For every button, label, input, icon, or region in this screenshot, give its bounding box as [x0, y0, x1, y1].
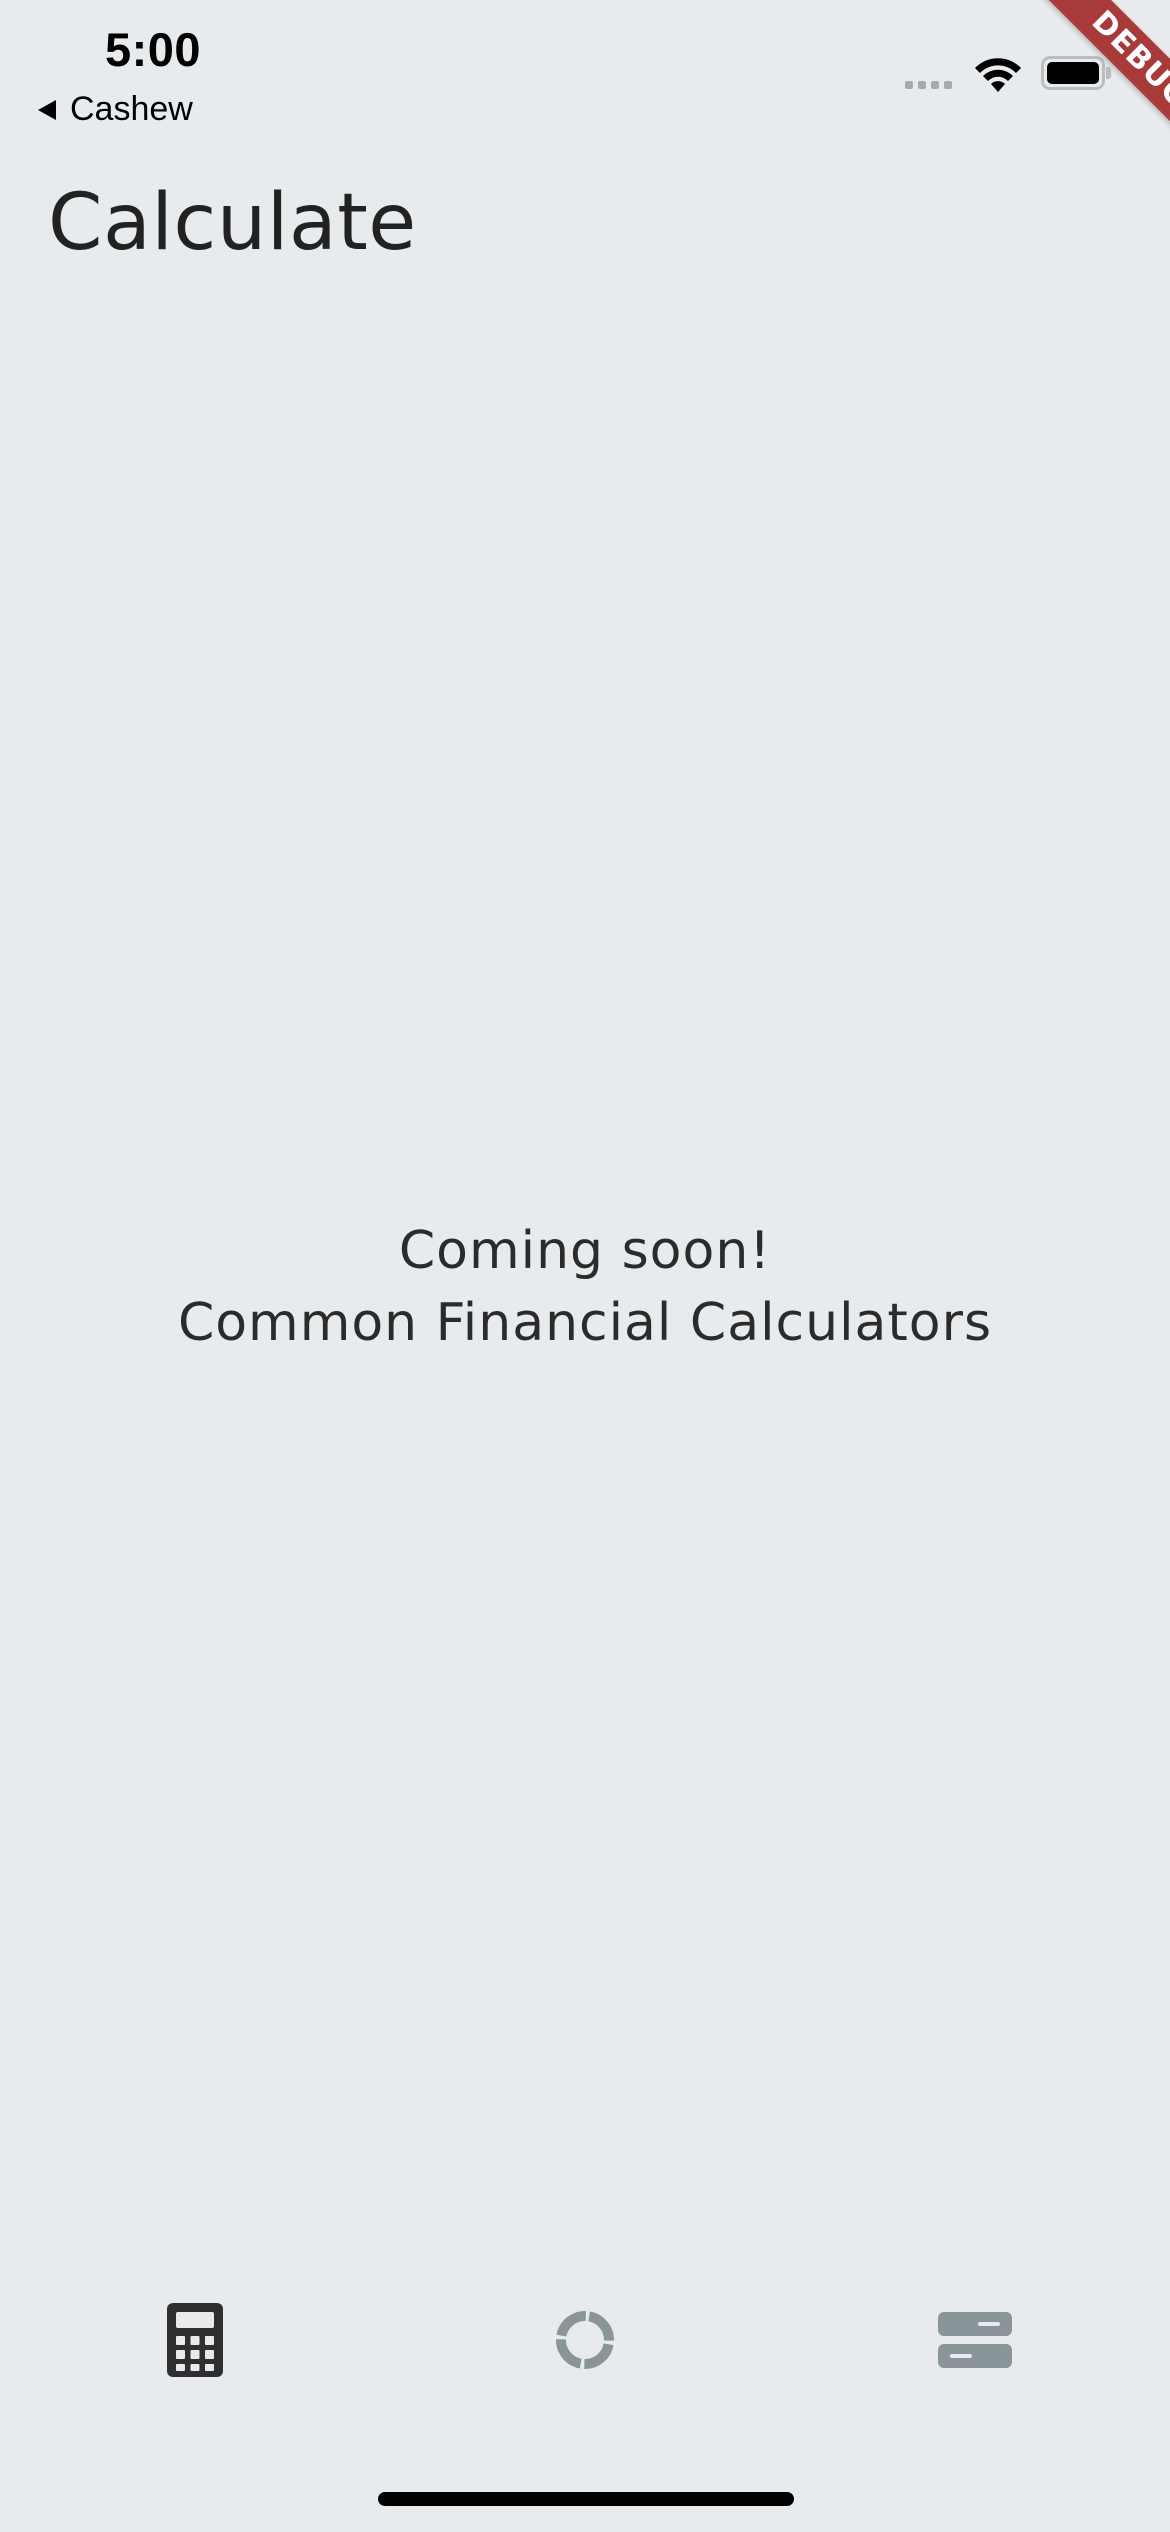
debug-banner: DEBUG — [1000, 0, 1170, 170]
cellular-signal-icon — [905, 81, 952, 89]
nav-tab-more[interactable] — [930, 2300, 1020, 2380]
calculator-icon — [167, 2303, 223, 2377]
budget-ring-icon — [556, 2311, 614, 2369]
debug-banner-label: DEBUG — [1039, 0, 1170, 161]
page-title: Calculate — [48, 178, 417, 268]
message-line-2: Common Financial Calculators — [177, 1293, 993, 1353]
coming-soon-message: Coming soon! Common Financial Calculator… — [0, 1215, 1170, 1359]
back-app-label: Cashew — [70, 90, 193, 128]
message-line-1: Coming soon! — [398, 1221, 772, 1281]
back-arrow-icon — [38, 99, 56, 120]
home-indicator[interactable] — [378, 2492, 794, 2506]
status-time: 5:00 — [105, 23, 202, 76]
nav-tab-calculate[interactable] — [150, 2300, 240, 2380]
nav-tab-budgets[interactable] — [540, 2300, 630, 2380]
more-list-icon — [938, 2312, 1012, 2368]
back-to-app-link[interactable]: Cashew — [38, 90, 193, 129]
